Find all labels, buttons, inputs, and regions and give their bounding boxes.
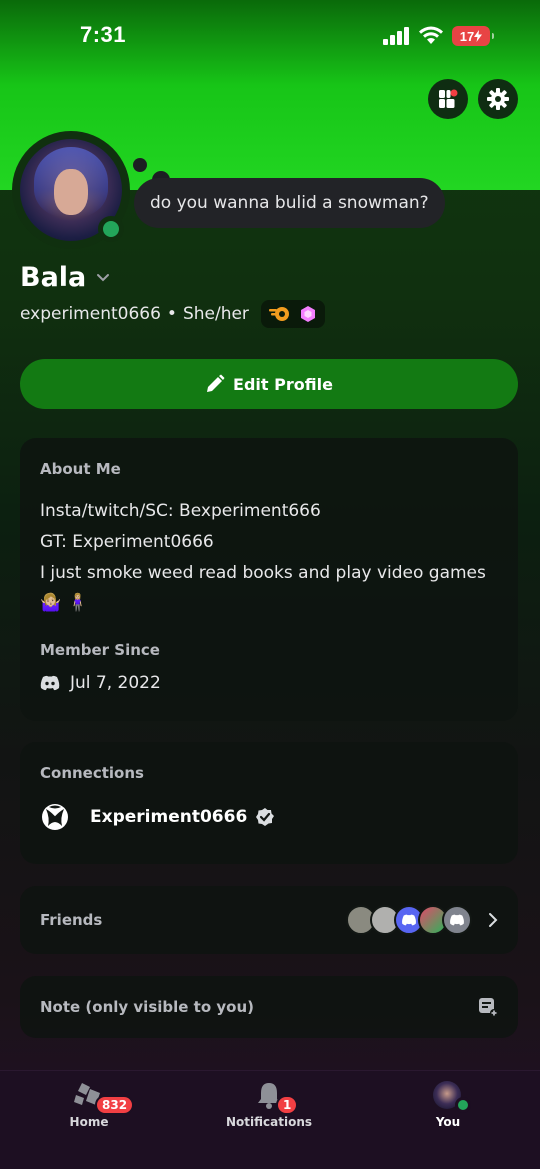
chevron-right-icon [489,913,498,927]
member-since-title: Member Since [40,641,160,659]
about-me-title: About Me [40,460,121,478]
connections-card: Connections Experiment0666 [20,742,518,864]
member-since-row: Jul 7, 2022 [40,673,498,693]
username-line: experiment0666 • She/her [20,300,325,328]
bottom-tab-bar: 832 Home 1 Notifications You [0,1070,540,1169]
about-me-card: About Me Insta/twitch/SC: Bexperiment666… [20,438,518,721]
notifications-badge: 1 [276,1095,299,1115]
chevron-down-icon [97,273,110,281]
battery-level: 17 [459,28,475,44]
username: experiment0666 [20,304,161,324]
pronouns: She/her [182,304,249,324]
display-name-row[interactable]: Bala [20,262,110,293]
add-note-icon [479,998,498,1017]
display-name: Bala [20,262,87,293]
gear-icon [487,88,509,110]
settings-button[interactable] [478,79,518,119]
xbox-account-name: Experiment0666 [90,807,248,827]
home-badge: 832 [95,1095,135,1115]
about-line: GT: Experiment0666 [40,532,214,552]
custom-status-bubble[interactable]: do you wanna bulid a snowman? [134,178,445,228]
separator: • [166,304,177,324]
edit-profile-button[interactable]: Edit Profile [20,359,518,409]
edit-profile-label: Edit Profile [233,374,333,394]
note-placeholder: Note (only visible to you) [40,998,254,1016]
standing-person-emoji: 🧍🏼‍♀️ [67,592,89,613]
you-avatar [433,1081,471,1113]
charging-bolt-icon [474,30,483,42]
xbox-connection[interactable]: Experiment0666 [40,802,498,832]
thought-dot-small [133,158,147,172]
tab-notifications[interactable]: 1 Notifications [209,1081,329,1129]
tab-you[interactable]: You [388,1081,508,1129]
hypesquad-badge-icon [268,307,289,321]
shop-icon [439,89,458,108]
status-time: 7:31 [80,22,127,47]
nitro-shop-button[interactable] [428,79,468,119]
you-online-dot [455,1097,471,1113]
about-emoji-row: 🤷🏼‍♀️ 🧍🏼‍♀️ [40,589,498,617]
member-since-date: Jul 7, 2022 [70,673,161,693]
discord-logo-icon [450,914,464,926]
profile-badges[interactable] [260,300,325,328]
tab-home[interactable]: 832 Home [29,1081,149,1129]
tab-home-label: Home [69,1115,109,1129]
discord-logo-icon [40,675,60,691]
friends-row[interactable]: Friends [20,886,518,954]
connections-title: Connections [40,764,144,782]
pencil-icon [207,374,225,392]
about-line: I just smoke weed read books and play vi… [40,563,486,583]
verified-icon [256,808,275,826]
tab-you-label: You [435,1115,461,1129]
nitro-boost-badge-icon [300,306,315,322]
shrug-emoji: 🤷🏼‍♀️ [40,592,62,613]
friends-title: Friends [40,911,103,929]
friend-avatar [442,905,472,935]
about-line: Insta/twitch/SC: Bexperiment666 [40,501,321,521]
battery-indicator: 17 [452,26,494,46]
discord-logo-icon [402,914,416,926]
wifi-icon [418,24,444,46]
cellular-signal-icon [383,27,411,45]
xbox-logo-icon [42,804,68,830]
friend-avatars [346,905,472,935]
tab-notifications-label: Notifications [225,1115,313,1129]
note-field[interactable]: Note (only visible to you) [20,976,518,1038]
online-status-indicator [98,216,124,242]
status-bar: 7:31 17 [0,0,540,72]
about-me-text: Insta/twitch/SC: Bexperiment666 GT: Expe… [40,496,498,617]
